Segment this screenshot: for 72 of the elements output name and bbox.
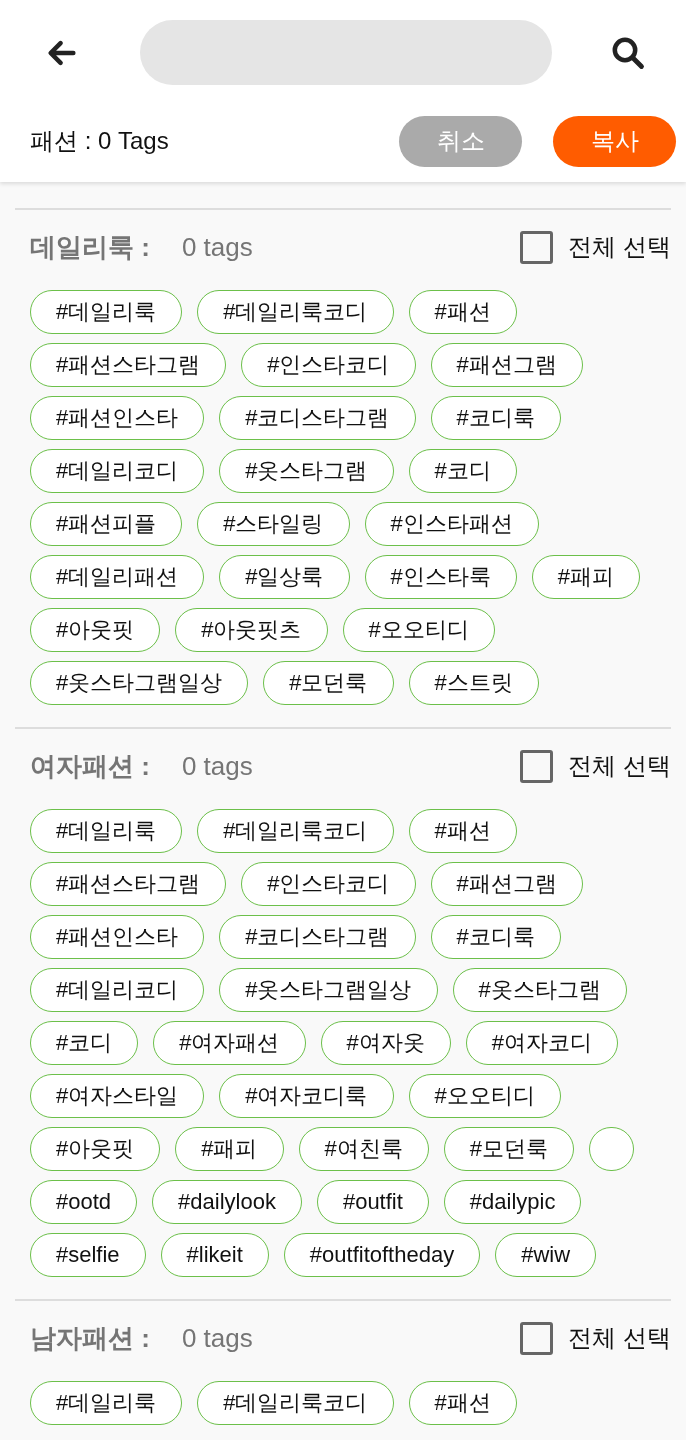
hashtag-chip[interactable]: #코디룩 [430, 396, 561, 440]
hashtag-chip[interactable]: #데일리코디 [30, 449, 205, 493]
hashtag-chip[interactable]: #모던룩 [263, 661, 394, 705]
hashtag-chip[interactable]: #데일리룩 [30, 1381, 183, 1425]
hashtag-chip[interactable]: #인스타코디 [241, 862, 416, 906]
tag-count: 0 tags [181, 1322, 254, 1354]
hashtag-chip[interactable]: #패션인스타 [30, 396, 205, 440]
hashtag-chip[interactable]: #여자코디룩 [219, 1074, 394, 1118]
hashtag-chip[interactable]: #패션 [408, 809, 517, 853]
select-all-label[interactable]: 전체 선택 [568, 1322, 671, 1354]
hashtag-chip[interactable]: #dailypic [443, 1180, 582, 1224]
hashtag-chip[interactable]: #코디 [30, 1021, 139, 1065]
hashtag-chip[interactable]: #코디스타그램 [219, 915, 416, 959]
hashtag-chip[interactable]: #스타일링 [197, 502, 350, 546]
hashtag-chip[interactable]: #여자옷 [320, 1021, 451, 1065]
hashtag-chip[interactable]: #아웃핏 [30, 608, 161, 652]
hashtag-chip[interactable]: #여자스타일 [30, 1074, 205, 1118]
hashtag-chip[interactable]: #여친룩 [298, 1127, 429, 1171]
hashtag-chip[interactable]: #패션그램 [430, 343, 583, 387]
hashtag-chip[interactable]: #코디 [408, 449, 517, 493]
hashtag-chip[interactable]: #패션스타그램 [30, 862, 227, 906]
hashtag-chip[interactable]: #패피 [531, 555, 640, 599]
hashtag-chip[interactable]: #아웃핏츠 [175, 608, 328, 652]
select-all-label[interactable]: 전체 선택 [568, 750, 671, 782]
hashtag-chip[interactable]: #outfitoftheday [283, 1233, 481, 1277]
hashtag-chip[interactable]: #outfit [316, 1180, 429, 1224]
select-all-checkbox[interactable] [520, 1321, 554, 1355]
hashtag-chip[interactable]: #옷스타그램일상 [30, 661, 249, 705]
hashtag-chip[interactable]: #여자코디 [465, 1021, 618, 1065]
hashtag-chip[interactable]: #데일리코디 [30, 968, 205, 1012]
hashtag-chip[interactable]: #인스타룩 [364, 555, 517, 599]
hashtag-chip[interactable]: #패션스타그램 [30, 343, 227, 387]
tag-count: 0 tags [181, 750, 254, 782]
hashtag-chip[interactable]: #패션 [408, 290, 517, 334]
hashtag-chip[interactable]: #패션 [408, 1381, 517, 1425]
hashtag-chip[interactable]: #데일리룩코디 [197, 1381, 394, 1425]
hashtag-chip[interactable]: #스트릿 [408, 661, 539, 705]
section-title: 여자패션 : [30, 749, 150, 783]
hashtag-chip[interactable]: #패션인스타 [30, 915, 205, 959]
hashtag-chip[interactable]: #일상룩 [219, 555, 350, 599]
hashtag-chip[interactable]: #데일리패션 [30, 555, 205, 599]
hashtag-chip[interactable]: #옷스타그램일상 [219, 968, 438, 1012]
select-all-checkbox[interactable] [520, 230, 554, 264]
hashtag-chip[interactable]: #아웃핏 [30, 1127, 161, 1171]
selection-title: 패션 : 0 Tags [30, 126, 170, 156]
hashtag-chip[interactable]: #인스타패션 [364, 502, 539, 546]
tag-count: 0 tags [181, 231, 254, 263]
hashtag-chip[interactable]: #패션피플 [30, 502, 183, 546]
hashtag-chip[interactable]: #패피 [175, 1127, 284, 1171]
hashtag-chip[interactable]: #데일리룩코디 [197, 290, 394, 334]
hashtag-chip[interactable]: #여자패션 [153, 1021, 306, 1065]
hashtag-chip[interactable]: #오오티디 [342, 608, 495, 652]
hashtag-chip[interactable]: #selfie [30, 1233, 146, 1277]
hashtag-chip[interactable]: #dailylook [152, 1180, 302, 1224]
hashtag-chip[interactable]: #데일리룩코디 [197, 809, 394, 853]
section-title: 남자패션 : [30, 1321, 150, 1355]
hashtag-chip[interactable]: #패션그램 [430, 862, 583, 906]
hashtag-chip[interactable]: #모던룩 [443, 1127, 574, 1171]
section-title: 데일리룩 : [30, 230, 150, 264]
hashtag-chip[interactable]: #인스타코디 [241, 343, 416, 387]
hashtag-chip[interactable]: #옷스타그램 [452, 968, 627, 1012]
hashtag-chip[interactable]: #코디룩 [430, 915, 561, 959]
select-all-checkbox[interactable] [520, 749, 554, 783]
hashtag-chip[interactable]: #wiw [495, 1233, 597, 1277]
hashtag-chip[interactable]: #ootd [30, 1180, 138, 1224]
select-all-label[interactable]: 전체 선택 [568, 231, 671, 263]
hashtag-chip[interactable]: #데일리룩 [30, 809, 183, 853]
hashtag-chip[interactable]: #likeit [160, 1233, 269, 1277]
hashtag-chip[interactable]: #데일리룩 [30, 290, 183, 334]
hashtag-chip[interactable]: #오오티디 [408, 1074, 561, 1118]
hashtag-chip[interactable]: #옷스타그램 [219, 449, 394, 493]
hashtag-chip[interactable]: #코디스타그램 [219, 396, 416, 440]
